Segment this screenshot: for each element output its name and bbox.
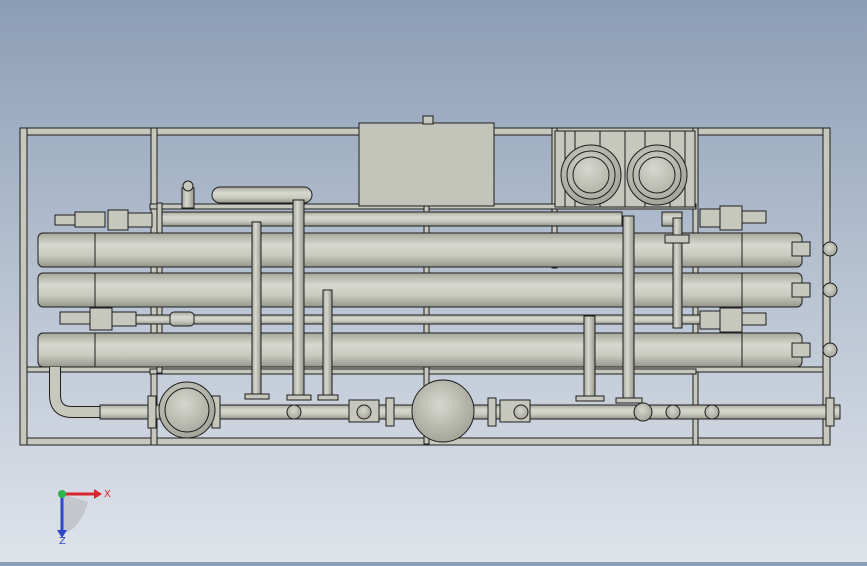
cad-viewport[interactable]: X Z xyxy=(0,0,867,562)
x-axis-label: X xyxy=(104,489,111,500)
control-cabinet xyxy=(358,115,495,207)
feed-pump xyxy=(158,381,216,439)
cartridge-filter-housings xyxy=(554,130,696,208)
y-axis-dot xyxy=(58,490,66,498)
membrane-vessel-3 xyxy=(37,332,838,368)
membrane-vessel-2 xyxy=(37,272,838,308)
orientation-triad: X Z xyxy=(57,489,111,547)
z-axis-label: Z xyxy=(59,536,66,547)
left-valves xyxy=(54,209,153,331)
x-axis-arrowhead xyxy=(94,489,102,499)
ro-skid-drawing xyxy=(19,115,841,446)
high-pressure-pump xyxy=(411,379,475,443)
membrane-vessel-1 xyxy=(37,232,838,268)
